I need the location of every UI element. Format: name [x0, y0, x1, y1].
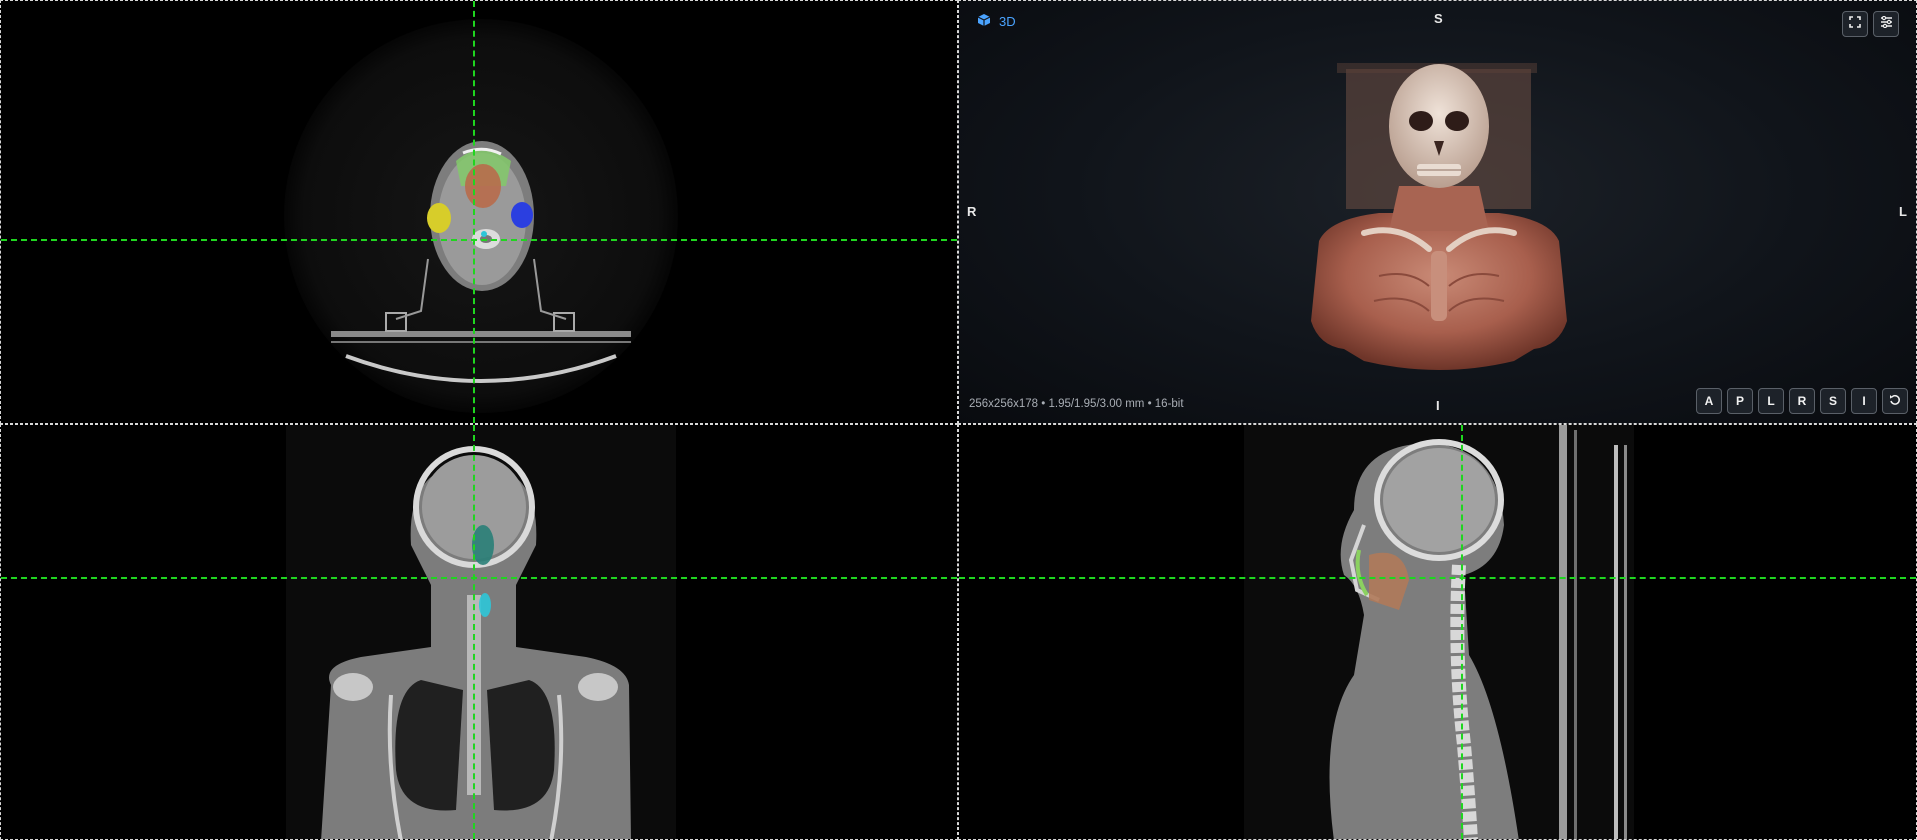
- coronal-ct-image: [286, 425, 676, 839]
- orientation-right: R: [967, 204, 977, 219]
- volume-3d-view[interactable]: 3D S I R L 256x256x178 • 1.95/1.95/3.00 …: [958, 0, 1917, 424]
- orientation-inferior: I: [1436, 398, 1440, 413]
- orientation-superior: S: [1434, 11, 1443, 26]
- camera-preset-toolbar: A P L R S I: [1696, 388, 1908, 414]
- view-anterior-button[interactable]: A: [1696, 388, 1722, 414]
- sagittal-ct-image: [1244, 425, 1634, 839]
- fullscreen-button[interactable]: [1842, 11, 1868, 37]
- axial-view[interactable]: [0, 0, 958, 424]
- view-label-text: 3D: [999, 14, 1016, 29]
- sagittal-view[interactable]: [958, 424, 1917, 840]
- volume-rendering[interactable]: [959, 1, 1917, 424]
- view-right-button[interactable]: R: [1789, 388, 1815, 414]
- orientation-left: L: [1899, 204, 1907, 219]
- view-superior-button[interactable]: S: [1820, 388, 1846, 414]
- sliders-icon: [1880, 15, 1893, 33]
- axial-ct-image: [284, 19, 678, 413]
- reset-view-button[interactable]: [1882, 388, 1908, 414]
- mpr-viewer: 3D S I R L 256x256x178 • 1.95/1.95/3.00 …: [0, 0, 1917, 840]
- reset-rotation-icon: [1889, 394, 1901, 409]
- view-label-3d: 3D: [977, 13, 1016, 30]
- coronal-view[interactable]: [0, 424, 958, 840]
- view-left-button[interactable]: L: [1758, 388, 1784, 414]
- fullscreen-icon: [1849, 15, 1861, 33]
- view-posterior-button[interactable]: P: [1727, 388, 1753, 414]
- cube-icon: [977, 13, 991, 30]
- view-inferior-button[interactable]: I: [1851, 388, 1877, 414]
- volume-info: 256x256x178 • 1.95/1.95/3.00 mm • 16-bit: [969, 398, 1184, 410]
- render-settings-button[interactable]: [1873, 11, 1899, 37]
